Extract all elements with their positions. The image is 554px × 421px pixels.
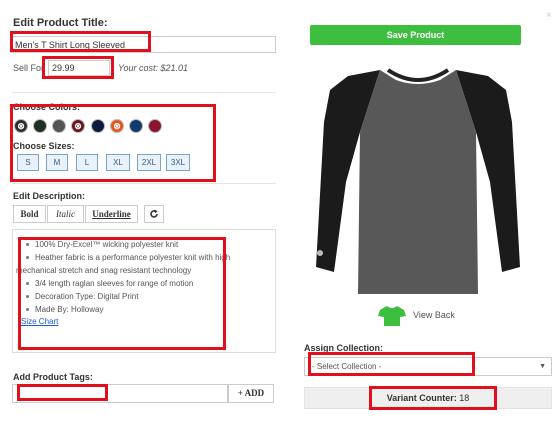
edit-description-heading: Edit Description: <box>13 191 86 201</box>
tshirt-icon[interactable] <box>378 305 406 327</box>
view-back-link[interactable]: View Back <box>413 310 455 320</box>
highlight-variant-counter <box>369 386 497 410</box>
highlight-title <box>10 31 151 52</box>
highlight-price <box>42 56 114 79</box>
refresh-button[interactable] <box>144 205 164 223</box>
close-icon[interactable]: × <box>546 10 552 21</box>
divider <box>12 92 276 93</box>
highlight-collection <box>308 352 475 376</box>
highlight-description <box>18 237 226 350</box>
edit-title-heading: Edit Product Title: <box>13 17 108 29</box>
italic-button[interactable]: Italic <box>47 205 84 223</box>
product-preview-image <box>316 68 520 294</box>
divider <box>12 183 276 184</box>
add-tag-button[interactable]: + ADD <box>228 384 274 403</box>
sell-for-label: Sell For <box>13 63 45 73</box>
chevron-down-icon: ▼ <box>539 363 546 370</box>
underline-button[interactable]: Underline <box>85 205 138 223</box>
highlight-tags <box>17 384 108 401</box>
add-tags-heading: Add Product Tags: <box>13 372 93 382</box>
bold-button[interactable]: Bold <box>13 205 46 223</box>
save-product-button[interactable]: Save Product <box>310 25 521 45</box>
highlight-colors-sizes <box>10 104 216 182</box>
refresh-icon <box>150 209 158 218</box>
your-cost-text: Your cost: $21.01 <box>118 63 189 73</box>
